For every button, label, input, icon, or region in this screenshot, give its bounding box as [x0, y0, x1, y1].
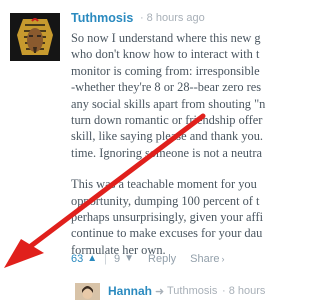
reply-to-arrow-icon: ➜ [155, 286, 165, 298]
comment-line: continue to make excuses for your dau [71, 226, 263, 241]
comment-line: monitor is coming from: irresponsible [71, 63, 260, 78]
reply-to-name[interactable]: Tuthmosis [167, 285, 217, 297]
upvote-count: 63 [71, 253, 84, 265]
share-label: Share [190, 253, 220, 265]
comment-line: skill, like saying please and thank you. [71, 129, 264, 144]
comment-line: any social skills apart from shouting "n [71, 96, 266, 111]
reply-author[interactable]: Hannah [108, 284, 152, 298]
reply-link[interactable]: Reply [148, 253, 176, 265]
separator-dot: · [140, 12, 144, 24]
annotation-arrowhead [4, 239, 44, 268]
comment-author[interactable]: Tuthmosis [71, 11, 133, 25]
comment-line: who don't know how to interact with t [71, 47, 260, 62]
comment-paragraph: This was a teachable moment for you oppo… [71, 176, 267, 258]
comment-body: So now I understand where this new g who… [71, 30, 267, 273]
comment-line: time. Ignoring someone is not a neutra [71, 145, 262, 160]
reply-avatar[interactable] [75, 283, 100, 300]
separator-dot: · [222, 285, 229, 297]
comment-line: perhaps unsurprisingly, given your affi [71, 210, 264, 225]
comment-timestamp[interactable]: · 8 hours ago [140, 12, 205, 24]
share-link[interactable]: Share › [190, 253, 224, 265]
pharaoh-avatar-icon [10, 13, 60, 61]
downvote-chevron-icon[interactable]: ▼ [124, 253, 134, 264]
person-avatar-icon [75, 283, 100, 300]
comment-paragraph: So now I understand where this new g who… [71, 30, 267, 161]
vote-divider: | [104, 253, 108, 265]
chevron-right-icon: › [221, 254, 225, 264]
comment-line: -whether they're 8 or 28--bear zero res [71, 80, 262, 95]
downvote-count: 9 [114, 253, 121, 265]
reply-timestamp[interactable]: · 8 hours ago [222, 285, 267, 297]
avatar[interactable] [10, 13, 60, 61]
timestamp-text: 8 hours ago [146, 12, 205, 24]
upvote-chevron-icon[interactable]: ▲ [87, 253, 97, 264]
comment-line: opportunity, dumping 100 percent of t [71, 193, 260, 208]
comment-line: So now I understand where this new g [71, 31, 261, 45]
comment-line: This was a teachable moment for you [71, 177, 257, 192]
comment-line: turn down romantic or friendship offer [71, 113, 263, 128]
comment-actions: 63 ▲ | 9 ▼ Reply Share › [71, 253, 225, 266]
timestamp-text: 8 hours ago [228, 285, 267, 297]
comment-thread: Tuthmosis · 8 hours ago So now I understa… [0, 0, 267, 300]
